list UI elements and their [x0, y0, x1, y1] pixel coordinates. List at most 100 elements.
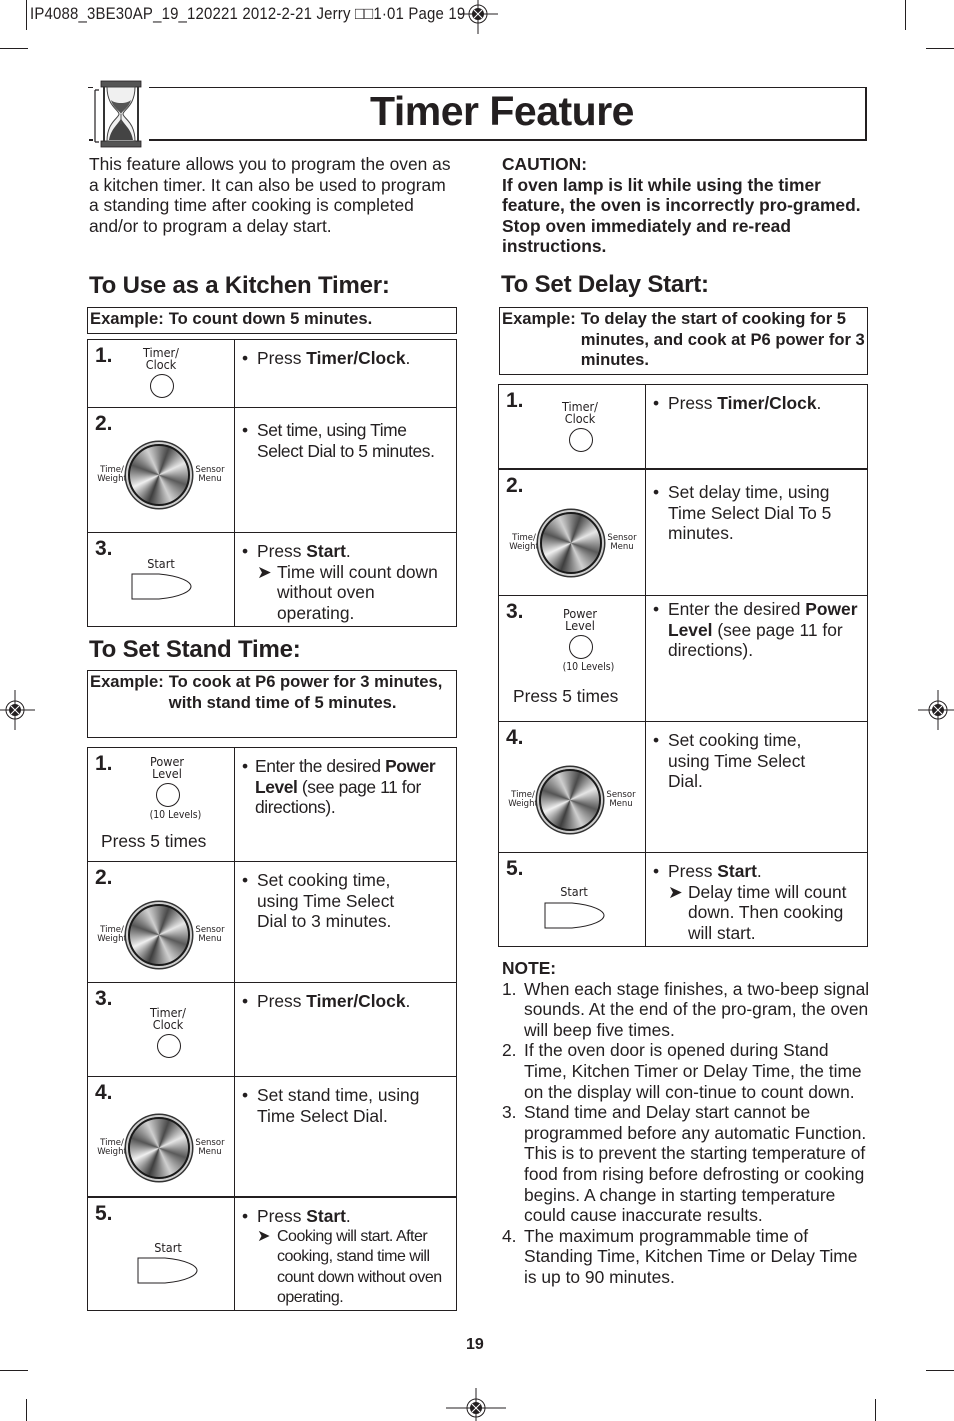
- kitchen-timer-example: Example: To count down 5 minutes.: [87, 307, 457, 334]
- start-label: Start: [560, 884, 588, 899]
- example-text: To delay the start of cooking for 5 minu…: [580, 309, 865, 370]
- kitchen-timer-steps: 1. Timer/Clock • Press Timer/Clock. 2. Ti…: [87, 339, 457, 627]
- step-number: 1.: [95, 752, 113, 775]
- caution-text: If oven lamp is lit while using the time…: [502, 174, 861, 257]
- delay-start-example: Example: To delay the start of cooking f…: [499, 307, 868, 375]
- timer-clock-button-icon: [150, 374, 174, 398]
- step-instruction: • Press Timer/Clock.: [242, 991, 411, 1011]
- example-label: Example:: [90, 309, 164, 328]
- start-button-icon: [131, 573, 192, 600]
- registration-crosshair-icon: [446, 1388, 506, 1421]
- step-instruction: • Set cooking time, using Time Select Dia…: [242, 870, 395, 932]
- note-heading: NOTE:: [502, 958, 557, 978]
- step-row: 2. Time/Weight Sensor Menu • Set delay tim…: [499, 468, 867, 595]
- step-number: 5.: [506, 857, 524, 880]
- step-row: 2. Time/Weight Sensor Menu • Set time, usi…: [88, 407, 456, 532]
- delay-start-heading: To Set Delay Start:: [501, 271, 709, 298]
- step-instruction: • Set delay time, using Time Select Dial …: [653, 482, 832, 544]
- example-text: To cook at P6 power for 3 minutes, with …: [168, 672, 443, 712]
- example-label: Example:: [90, 672, 164, 691]
- stand-time-example: Example: To cook at P6 power for 3 minut…: [87, 670, 457, 738]
- power-level-button-icon: [569, 635, 593, 659]
- step-instruction: • Press Timer/Clock.: [242, 348, 411, 368]
- timer-clock-label: Timer/Clock: [143, 345, 179, 372]
- step-instruction: • Press Start. ➤ Cooking will start. After…: [235, 1198, 456, 1310]
- start-button-icon: [137, 1257, 198, 1284]
- step-number: 1.: [506, 389, 524, 412]
- step-instruction: • Enter the desired Power Level (see page…: [653, 599, 858, 661]
- start-label: Start: [154, 1240, 182, 1255]
- start-label: Start: [147, 556, 175, 571]
- power-level-button-icon: [156, 783, 180, 807]
- step-row: 5. Start • Press Start. ➤ Cooking will sta…: [88, 1196, 456, 1310]
- note-item: 4. The maximum programmable time of Stand…: [502, 1225, 858, 1287]
- step-row: 3. Timer/Clock • Press Timer/Clock.: [88, 982, 456, 1076]
- step-row: 1. Power Level (10 Levels) Press 5 times …: [88, 748, 456, 861]
- crop-mark: [26, 1399, 27, 1421]
- crop-mark: [926, 1370, 954, 1371]
- crop-mark: [0, 1370, 28, 1371]
- crop-mark: [875, 1399, 876, 1421]
- crop-mark: [926, 48, 954, 49]
- crop-mark: [0, 48, 28, 49]
- step-row: 3. Power Level (10 Levels) Press 5 times …: [499, 595, 867, 721]
- step-instruction: • Set stand time, using Time Select Dial.: [242, 1085, 420, 1126]
- arrow-icon: ➤: [257, 561, 272, 582]
- step-instruction: • Set time, using Time Select Dial to 5 m…: [242, 420, 435, 461]
- step-number: 5.: [95, 1202, 113, 1225]
- delay-start-steps: 1. Timer/Clock • Press Timer/Clock. 2. Ti…: [498, 384, 868, 947]
- step-number: 3.: [95, 987, 113, 1010]
- time-select-dial-icon: Time/Weight Sensor Menu: [505, 769, 645, 851]
- step-row: 5. Start • Press Start. ➤ Delay time will …: [499, 852, 867, 946]
- step-instruction: • Press Start. ➤ Delay time will count dow…: [653, 861, 847, 943]
- time-select-dial-icon: Time/Weight Sensor Menu: [94, 904, 234, 986]
- step-number: 2.: [95, 412, 113, 435]
- example-label: Example:: [502, 309, 576, 328]
- kitchen-timer-heading: To Use as a Kitchen Timer:: [89, 272, 390, 299]
- caution-block: CAUTION: If oven lamp is lit while using…: [502, 154, 872, 257]
- note-item: 1. When each stage finishes, a two-beep s…: [502, 978, 870, 1040]
- time-select-dial-icon: Time/Weight Sensor Menu: [506, 512, 646, 594]
- page-title: Timer Feature: [370, 88, 634, 134]
- arrow-icon: ➤: [257, 1227, 270, 1245]
- step-row: 1. Timer/Clock • Press Timer/Clock.: [499, 385, 867, 468]
- power-level-label: Power Level: [562, 606, 598, 633]
- step-row: 1. Timer/Clock • Press Timer/Clock.: [88, 340, 456, 407]
- registration-crosshair-icon: [918, 690, 954, 730]
- time-select-dial-icon: Time/Weight Sensor Menu: [94, 444, 234, 526]
- step-instruction: • Set cooking time, using Time Select Dia…: [653, 730, 806, 792]
- notes-block: NOTE: 1. When each stage finishes, a two-…: [502, 958, 872, 1288]
- step-row: 4. Time/Weight Sensor Menu • Set stand tim…: [88, 1076, 456, 1196]
- timer-clock-label: Timer/Clock: [562, 399, 598, 426]
- levels-label: (10 Levels): [149, 808, 202, 821]
- time-select-dial-icon: Time/Weight Sensor Menu: [94, 1117, 234, 1199]
- print-slug: IP4088_3BE30AP_19_120221 2012-2-21 Jerry…: [30, 4, 466, 23]
- step-instruction: • Enter the desired Power Level (see page…: [242, 756, 436, 818]
- timer-clock-button-icon: [157, 1034, 181, 1058]
- stand-time-steps: 1. Power Level (10 Levels) Press 5 times …: [87, 747, 457, 1311]
- step-number: 1.: [95, 344, 113, 367]
- note-item: 2. If the oven door is opened during Stan…: [502, 1040, 862, 1102]
- step-number: 2.: [95, 866, 113, 889]
- step-row: 2. Time/Weight Sensor Menu • Set cooking t…: [88, 861, 456, 982]
- levels-label: (10 Levels): [562, 660, 615, 673]
- note-item: 3. Stand time and Delay start cannot be p…: [502, 1102, 867, 1226]
- step-instruction: • Press Timer/Clock.: [653, 393, 822, 413]
- step-number: 2.: [506, 474, 524, 497]
- step-row: 4. Time/Weight Sensor Menu • Set cooking t…: [499, 721, 867, 852]
- step-number: 4.: [506, 726, 524, 749]
- crop-mark: [905, 0, 906, 30]
- registration-crosshair-icon: [458, 0, 498, 34]
- step-number: 3.: [506, 600, 524, 623]
- press-times-label: Press 5 times: [513, 686, 619, 706]
- registration-crosshair-icon: [0, 690, 35, 730]
- crop-mark: [26, 0, 27, 30]
- step-row: 3. Start • Press Start. ➤ Time will count …: [88, 532, 456, 626]
- step-number: 3.: [95, 537, 113, 560]
- arrow-icon: ➤: [668, 881, 683, 902]
- example-text: To count down 5 minutes.: [168, 309, 373, 328]
- caution-heading: CAUTION:: [502, 154, 588, 174]
- timer-clock-label: Timer/Clock: [150, 1005, 186, 1032]
- timer-clock-button-icon: [569, 428, 593, 452]
- step-number: 4.: [95, 1081, 113, 1104]
